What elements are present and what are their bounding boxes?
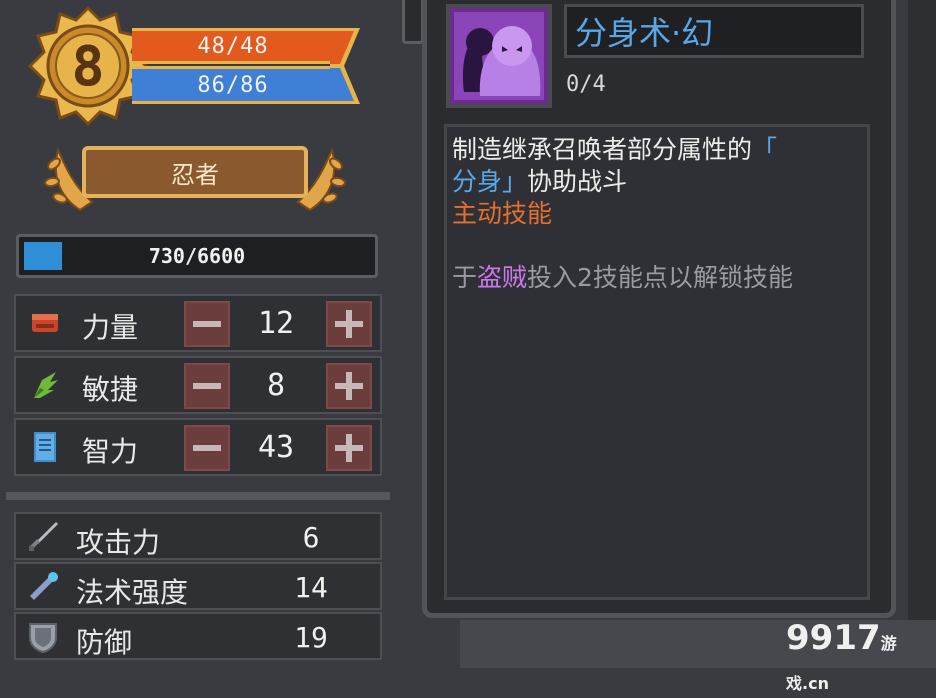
hp-text: 48/48: [197, 33, 269, 59]
attribute-value: 43: [257, 430, 295, 465]
stat-row-attack: 攻击力 6: [14, 512, 382, 560]
desc-line1: 制造继承召唤者部分属性的: [452, 135, 753, 164]
decrease-strength-button[interactable]: [184, 301, 230, 347]
hp-bar: 48/48: [132, 28, 337, 64]
desc-line2: 协助战斗: [527, 167, 628, 196]
attribute-label: 敏捷: [82, 373, 139, 406]
watermark-logo: 9917游戏.cn: [786, 618, 936, 698]
plus-icon: [335, 372, 363, 400]
background-panel: [908, 0, 936, 668]
mp-bar: 86/86: [132, 66, 337, 104]
xp-text: 730/6600: [148, 244, 246, 268]
skill-unlock-requirement: 于盗贼投入2技能点以解锁技能: [452, 262, 862, 294]
level-number: 8: [71, 34, 105, 98]
skill-type: 主动技能: [452, 199, 553, 228]
shield-icon: [29, 623, 57, 654]
stat-label: 攻击力: [76, 526, 161, 559]
decrease-agility-button[interactable]: [184, 363, 230, 409]
desc-bracket: 「: [752, 135, 778, 164]
attribute-row-strength: 力量 12: [14, 294, 382, 352]
watermark-main: 9917: [786, 618, 881, 658]
unlock-class: 盗贼: [477, 263, 528, 292]
class-name-plate: 忍者: [82, 146, 308, 198]
panel-tab[interactable]: [402, 0, 424, 44]
wand-icon: [30, 572, 58, 600]
skill-description: 制造继承召唤者部分属性的「 分身」协助战斗 主动技能: [452, 134, 862, 230]
attribute-row-agility: 敏捷 8: [14, 356, 382, 414]
fist-icon: [32, 314, 58, 332]
sword-icon: [29, 522, 58, 551]
attribute-row-intelligence: 智力 43: [14, 418, 382, 476]
skill-level: 0/4: [566, 72, 606, 97]
stat-row-defense: 防御 19: [14, 612, 382, 660]
watermark-domain: .cn: [802, 674, 829, 693]
stat-label: 防御: [76, 626, 133, 659]
increase-agility-button[interactable]: [326, 363, 372, 409]
increase-strength-button[interactable]: [326, 301, 372, 347]
increase-intelligence-button[interactable]: [326, 425, 372, 471]
skill-icon-frame[interactable]: [446, 4, 552, 108]
attribute-label: 力量: [82, 311, 139, 344]
attribute-label: 智力: [82, 435, 139, 468]
decrease-intelligence-button[interactable]: [184, 425, 230, 471]
clone-skill-icon: [450, 8, 548, 104]
stat-value: 19: [294, 621, 328, 654]
stat-value: 14: [294, 571, 328, 604]
attribute-value: 8: [266, 368, 286, 403]
skill-title: 分身术·幻: [564, 4, 864, 58]
stat-row-spell-power: 法术强度 14: [14, 562, 382, 610]
stat-label: 法术强度: [76, 576, 189, 609]
ribbon-tail-icon: [330, 28, 360, 104]
plus-icon: [335, 310, 363, 338]
wing-icon: [34, 372, 58, 398]
mp-text: 86/86: [197, 72, 269, 98]
book-icon: [34, 432, 56, 462]
unlock-suffix: 投入2技能点以解锁技能: [527, 263, 793, 292]
desc-clone-term: 分身」: [452, 167, 528, 196]
stat-value: 6: [302, 521, 320, 554]
plus-icon: [335, 434, 363, 462]
unlock-prefix: 于: [452, 263, 478, 292]
section-divider: [6, 492, 390, 500]
attribute-value: 12: [257, 306, 295, 341]
